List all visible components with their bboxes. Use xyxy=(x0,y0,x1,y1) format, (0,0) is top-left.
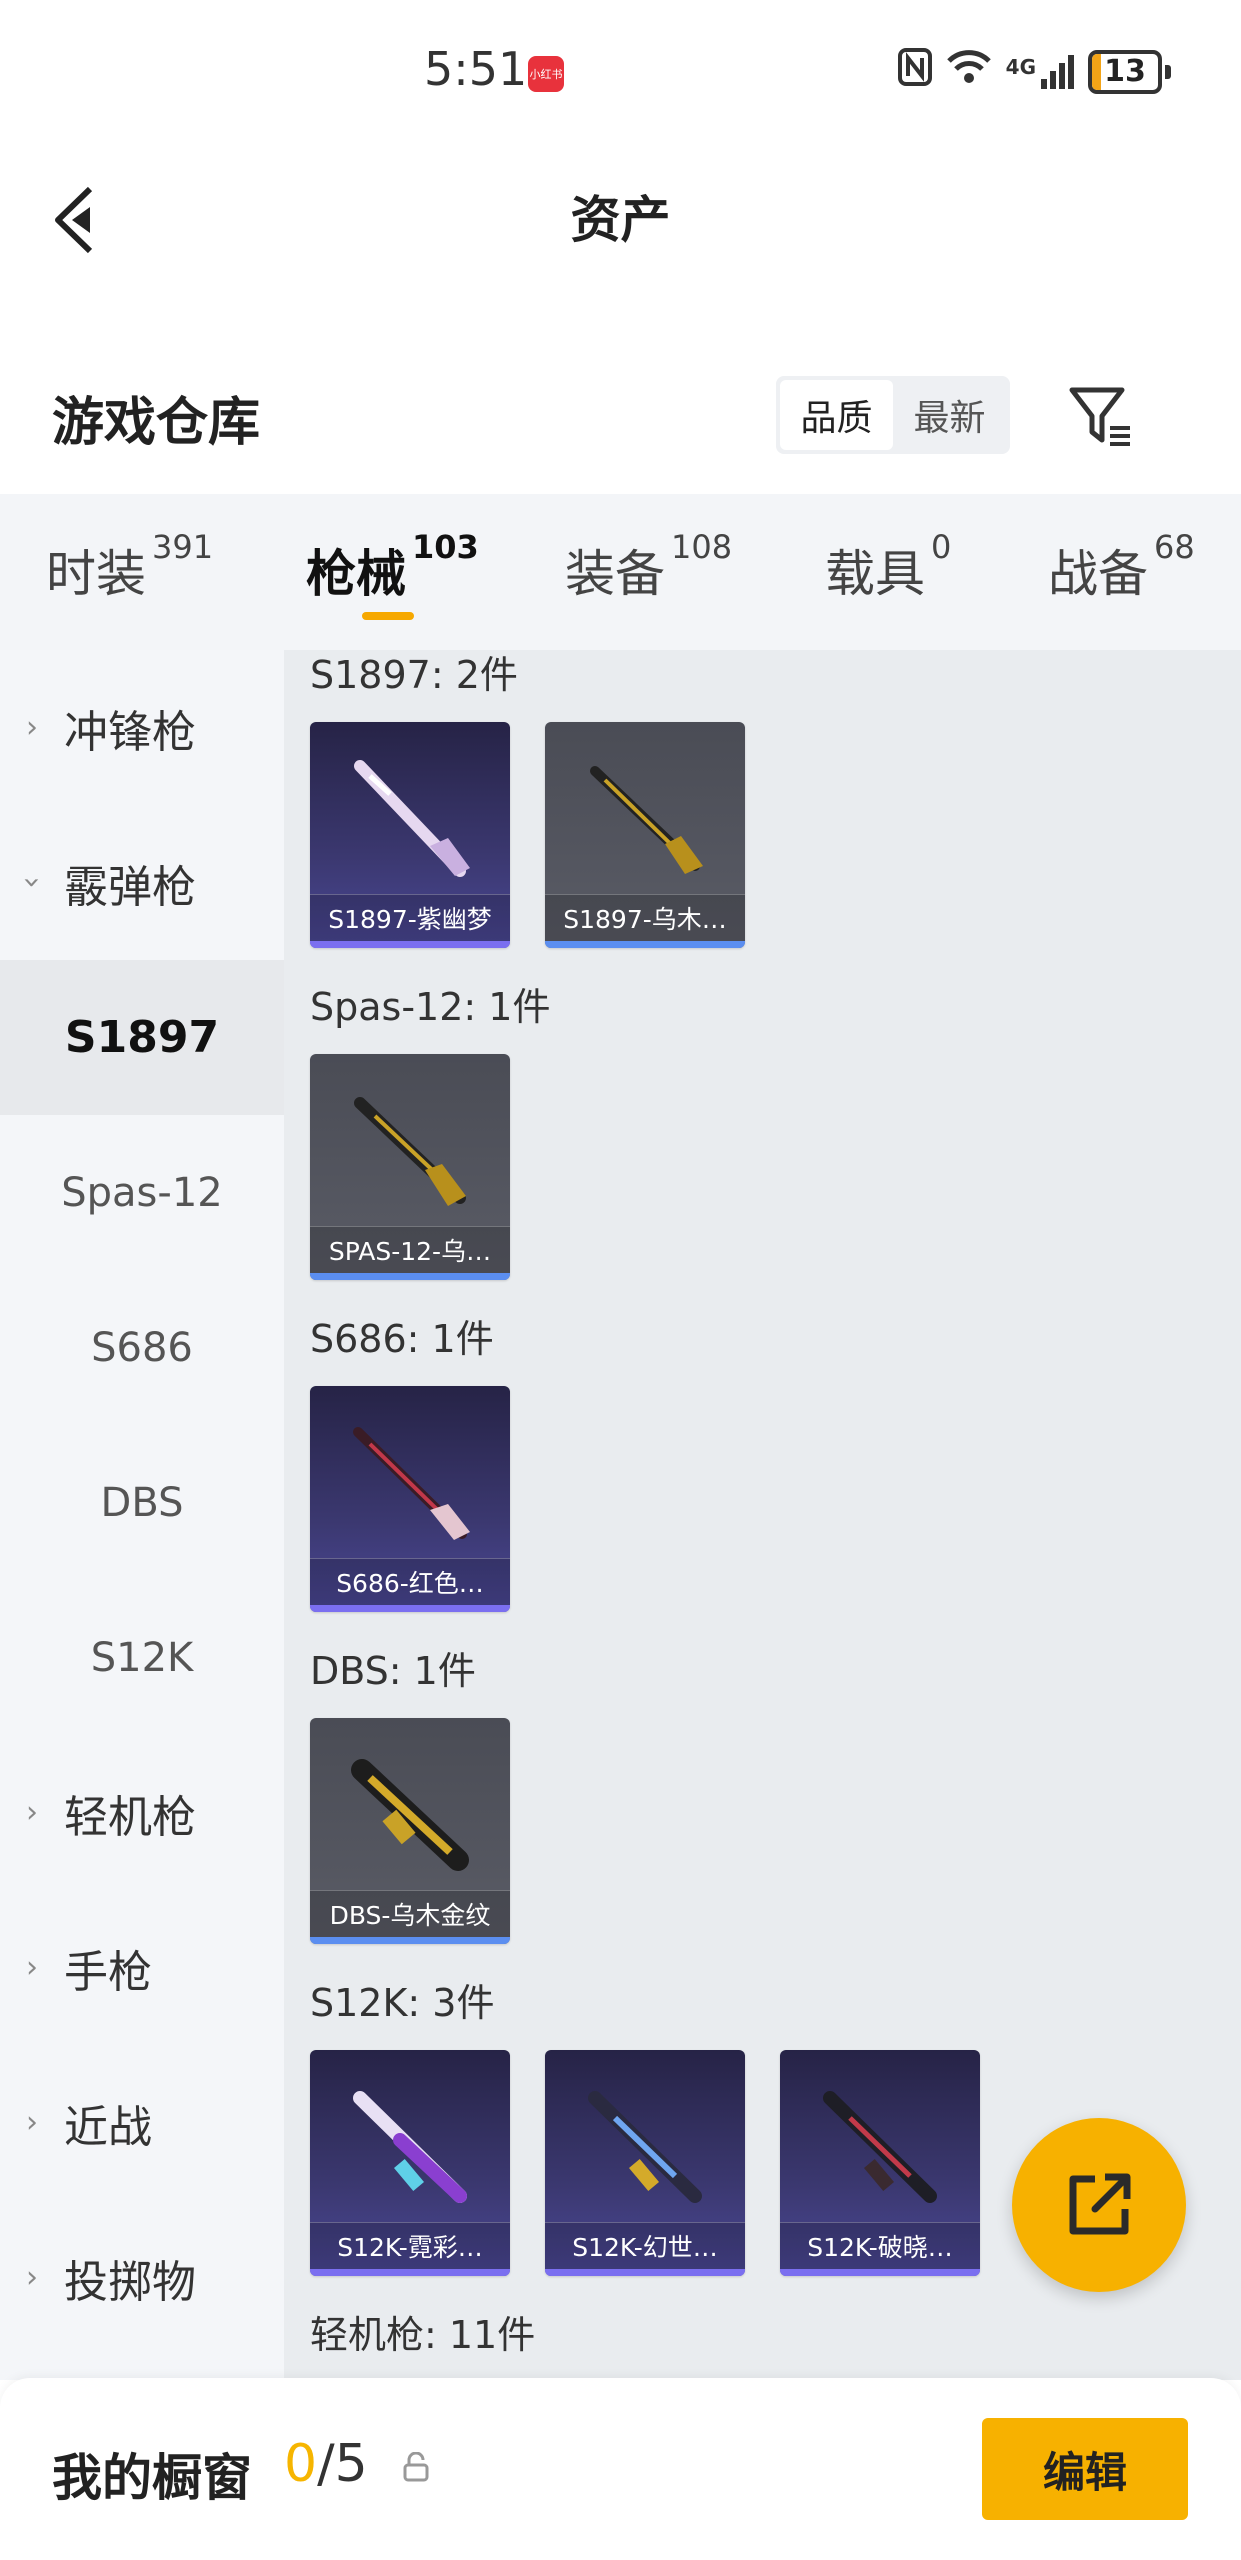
category-tabs: 时装 391 枪械 103 装备 108 载具 0 战备 68 xyxy=(0,494,1241,650)
weapon-card[interactable]: S1897-乌木… xyxy=(545,722,745,948)
group-label: S1897: 2件 xyxy=(310,653,518,697)
shotgun-icon xyxy=(590,766,703,874)
group-label: DBS: 1件 xyxy=(310,1649,476,1693)
signal-icon: 4G xyxy=(1006,54,1074,89)
app-notification-badge: 小红书 xyxy=(528,56,564,92)
filter-button[interactable] xyxy=(1066,382,1136,452)
tab-supplies[interactable]: 战备 68 xyxy=(1048,528,1195,606)
system-icons: 4G 13 xyxy=(897,48,1171,95)
warehouse-title: 游戏仓库 xyxy=(52,393,261,453)
showcase-count: 0/5 xyxy=(284,2434,368,2494)
battery-fill xyxy=(1092,53,1101,90)
sort-toggle: 品质 最新 xyxy=(776,376,1010,454)
group-label: S12K: 3件 xyxy=(310,1981,495,2025)
status-bar: 5:51 小红书 4G 13 xyxy=(0,0,1241,150)
sort-quality-option[interactable]: 品质 xyxy=(780,380,893,450)
share-button[interactable] xyxy=(1012,2118,1186,2292)
weapon-card[interactable]: SPAS-12-乌… xyxy=(310,1054,510,1280)
lock-icon xyxy=(403,2452,429,2482)
tab-equipment[interactable]: 装备 108 xyxy=(565,528,732,606)
shotgun-icon xyxy=(353,1427,470,1540)
sidebar-subitem-s1897[interactable]: S1897 xyxy=(0,960,284,1115)
nfc-icon xyxy=(897,48,932,95)
tab-fashion[interactable]: 时装 391 xyxy=(46,528,213,606)
group-label: 轻机枪: 11件 xyxy=(310,2313,536,2357)
weapon-card[interactable]: S12K-霓彩… xyxy=(310,2050,510,2276)
weapon-card[interactable]: S1897-紫幽梦 xyxy=(310,722,510,948)
weapon-category-sidebar: › 冲锋枪 › 霰弹枪 S1897 Spas-12 S686 DBS S12K … xyxy=(0,650,284,2380)
sort-newest-option[interactable]: 最新 xyxy=(893,380,1006,450)
filter-icon xyxy=(1069,387,1130,446)
group-label: Spas-12: 1件 xyxy=(310,985,551,1029)
chevron-right-icon: › xyxy=(26,1795,38,1830)
shotgun-icon xyxy=(588,2091,702,2203)
shotgun-icon xyxy=(353,2091,467,2203)
chevron-right-icon: › xyxy=(26,2260,38,2295)
tab-guns[interactable]: 枪械 103 xyxy=(306,528,479,606)
weapon-card[interactable]: S12K-破晓… xyxy=(780,2050,980,2276)
chevron-right-icon: › xyxy=(26,2105,38,2140)
active-tab-indicator xyxy=(362,612,414,620)
edit-button[interactable]: 编辑 xyxy=(982,2418,1188,2520)
shotgun-icon xyxy=(354,1097,466,1206)
weapon-card[interactable]: S12K-幻世… xyxy=(545,2050,745,2276)
sidebar-subitem-s686[interactable]: S686 xyxy=(0,1270,284,1425)
sidebar-subitem-s12k[interactable]: S12K xyxy=(0,1580,284,1735)
status-time: 5:51 xyxy=(424,42,528,96)
chevron-right-icon: › xyxy=(26,1950,38,1985)
back-button[interactable] xyxy=(44,180,104,260)
showcase-bar: 我的橱窗 0/5 编辑 xyxy=(0,2378,1241,2560)
group-label: S686: 1件 xyxy=(310,1317,494,1361)
shotgun-icon xyxy=(354,760,470,877)
chevron-down-icon: › xyxy=(14,876,50,889)
chevron-right-icon: › xyxy=(26,710,38,745)
wifi-icon xyxy=(946,49,992,94)
page-title: 资产 xyxy=(570,191,671,249)
weapon-card[interactable]: DBS-乌木金纹 xyxy=(310,1718,510,1944)
battery-icon: 13 xyxy=(1088,49,1171,94)
shotgun-icon xyxy=(351,1759,469,1871)
sidebar-subitem-spas12[interactable]: Spas-12 xyxy=(0,1115,284,1270)
back-arrow-icon xyxy=(55,186,93,254)
external-link-icon xyxy=(1069,2173,1131,2235)
weapon-card[interactable]: S686-红色… xyxy=(310,1386,510,1612)
shotgun-icon xyxy=(823,2091,937,2203)
showcase-label: 我的橱窗 xyxy=(52,2449,252,2507)
sidebar-subitem-dbs[interactable]: DBS xyxy=(0,1425,284,1580)
tab-vehicles[interactable]: 载具 0 xyxy=(825,528,951,606)
